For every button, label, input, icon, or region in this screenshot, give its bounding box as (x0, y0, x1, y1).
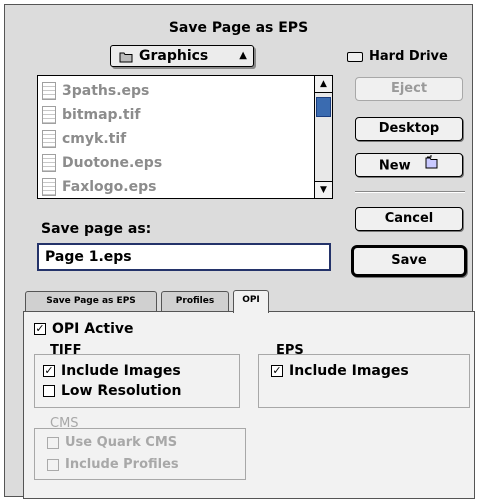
save-eps-dialog: Save Page as EPS Graphics ▲ Hard Drive 3… (4, 4, 475, 499)
new-folder-button[interactable]: New (355, 153, 463, 177)
file-item[interactable]: Duotone.eps (42, 152, 162, 176)
file-name: Faxlogo.eps (62, 179, 157, 195)
cms-group: Use Quark CMS Include Profiles (34, 428, 246, 480)
low-resolution-checkbox[interactable]: Low Resolution (43, 383, 181, 399)
filename-input[interactable] (37, 243, 331, 271)
tiff-include-images-label: Include Images (61, 363, 181, 379)
file-name: cmyk.tif (62, 131, 127, 147)
new-folder-label: New (378, 158, 411, 174)
opi-active-label: OPI Active (52, 321, 134, 337)
tab-profiles[interactable]: Profiles (161, 291, 229, 311)
tab-save-page-as-eps[interactable]: Save Page as EPS (25, 291, 157, 311)
volume-name: Hard Drive (369, 49, 448, 64)
scroll-down-arrow-icon[interactable]: ▼ (315, 181, 332, 198)
opi-panel: ✓ OPI Active TIFF ✓ Include Images Low Res… (23, 311, 475, 499)
checkbox-unchecked-icon (43, 385, 55, 397)
file-name: 3paths.eps (62, 83, 150, 99)
popup-arrows-icon: ▲ (239, 50, 247, 61)
desktop-button[interactable]: Desktop (355, 117, 463, 141)
dialog-title: Save Page as EPS (168, 20, 309, 36)
folder-popup[interactable]: Graphics ▲ (110, 45, 254, 67)
volume-label: Hard Drive (347, 49, 448, 64)
file-item[interactable]: Faxlogo.eps (42, 176, 162, 200)
eps-group: ✓ Include Images (258, 354, 470, 408)
use-quark-cms-label: Use Quark CMS (65, 435, 178, 450)
checkbox-checked-icon: ✓ (34, 322, 46, 335)
include-profiles-label: Include Profiles (65, 457, 179, 472)
document-icon (42, 178, 56, 196)
file-name: Duotone.eps (62, 155, 163, 171)
document-icon (42, 154, 56, 172)
document-icon (42, 130, 56, 148)
new-folder-icon (423, 154, 439, 178)
file-item[interactable]: 3paths.eps (42, 80, 162, 104)
checkbox-disabled-icon (47, 458, 59, 471)
scroll-up-arrow-icon[interactable]: ▲ (315, 76, 332, 93)
tab-opi[interactable]: OPI (233, 290, 269, 313)
file-list[interactable]: 3paths.eps bitmap.tif cmyk.tif Duotone.e… (37, 75, 333, 199)
eps-include-images-label: Include Images (289, 363, 409, 379)
button-divider (355, 191, 465, 193)
include-profiles-checkbox[interactable]: Include Profiles (47, 457, 179, 472)
opi-active-checkbox[interactable]: ✓ OPI Active (34, 321, 134, 337)
cancel-button[interactable]: Cancel (355, 207, 463, 231)
save-as-label: Save page as: (41, 221, 152, 237)
eps-include-images-checkbox[interactable]: ✓ Include Images (271, 363, 409, 379)
eject-button[interactable]: Eject (355, 77, 463, 101)
file-item[interactable]: cmyk.tif (42, 128, 162, 152)
low-resolution-label: Low Resolution (61, 383, 182, 399)
folder-icon (119, 49, 133, 69)
checkbox-checked-icon: ✓ (43, 364, 55, 377)
document-icon (42, 106, 56, 124)
use-quark-cms-checkbox[interactable]: Use Quark CMS (47, 435, 177, 450)
file-list-scrollbar[interactable]: ▲ ▼ (314, 76, 332, 198)
file-name: bitmap.tif (62, 107, 141, 123)
file-item[interactable]: bitmap.tif (42, 104, 162, 128)
tiff-include-images-checkbox[interactable]: ✓ Include Images (43, 363, 181, 379)
document-icon (42, 82, 56, 100)
folder-popup-label: Graphics (139, 48, 209, 64)
disk-icon (347, 51, 363, 62)
save-button[interactable]: Save (351, 245, 467, 277)
checkbox-checked-icon: ✓ (271, 364, 283, 377)
checkbox-disabled-icon (47, 436, 59, 449)
scroll-thumb[interactable] (316, 97, 331, 117)
tiff-group: ✓ Include Images Low Resolution (34, 354, 240, 408)
